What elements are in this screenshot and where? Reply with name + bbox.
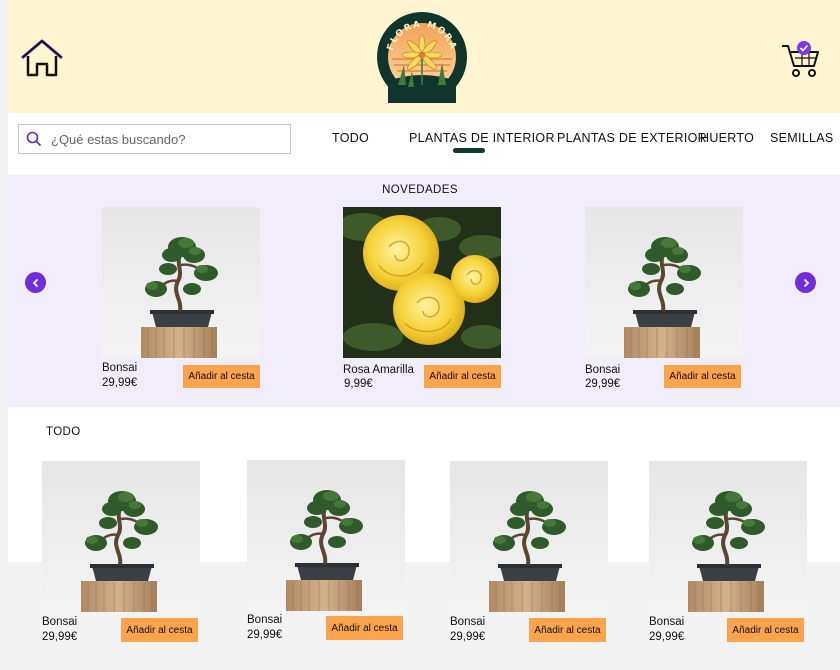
product-image-bonsai[interactable] [649, 461, 807, 612]
chevron-right-icon [803, 278, 809, 287]
carousel-prev-button[interactable] [25, 272, 46, 293]
product-price: 29,99€ [649, 631, 685, 643]
product-name[interactable]: Bonsai [450, 616, 485, 628]
add-to-cart-button[interactable]: Añadir al cesta [664, 365, 741, 388]
product-name[interactable]: Rosa Amarilla [343, 364, 414, 376]
chevron-left-icon [32, 278, 38, 287]
add-to-cart-button[interactable]: Añadir al cesta [183, 365, 260, 388]
product-image-bonsai[interactable] [585, 207, 743, 358]
product-name[interactable]: Bonsai [649, 616, 684, 628]
nav-item-todo[interactable]: TODO [332, 131, 369, 145]
search-box[interactable] [18, 124, 291, 154]
home-icon[interactable] [20, 38, 64, 78]
product-price: 9,99€ [344, 378, 373, 390]
novedades-title: NOVEDADES [382, 184, 458, 196]
add-to-cart-button[interactable]: Añadir al cesta [727, 618, 804, 642]
product-price: 29,99€ [42, 631, 78, 643]
product-price: 29,99€ [450, 631, 486, 643]
product-name[interactable]: Bonsai [102, 362, 137, 374]
search-input[interactable] [51, 131, 281, 147]
product-price: 29,99€ [585, 378, 621, 390]
product-image-bonsai[interactable] [247, 460, 405, 611]
product-price: 29,99€ [247, 629, 283, 641]
nav-item-plantas-de-exterior[interactable]: PLANTAS DE EXTERIOR [557, 131, 707, 145]
product-image-bonsai[interactable] [42, 461, 200, 612]
product-name[interactable]: Bonsai [585, 364, 620, 376]
flora-mora-logo[interactable]: FLORA MORA [376, 11, 468, 103]
add-to-cart-button[interactable]: Añadir al cesta [121, 618, 198, 642]
product-name[interactable]: Bonsai [247, 614, 282, 626]
carousel-next-button[interactable] [795, 272, 816, 293]
product-price: 29,99€ [102, 377, 138, 389]
add-to-cart-button[interactable]: Añadir al cesta [424, 365, 501, 388]
product-image-yellow-rose[interactable] [343, 207, 501, 358]
add-to-cart-button[interactable]: Añadir al cesta [326, 616, 403, 640]
cart-icon[interactable] [780, 40, 822, 78]
search-icon [26, 131, 42, 147]
product-name[interactable]: Bonsai [42, 616, 77, 628]
product-image-bonsai[interactable] [450, 461, 608, 612]
add-to-cart-button[interactable]: Añadir al cesta [529, 618, 606, 642]
product-image-bonsai[interactable] [102, 207, 260, 358]
nav-item-huerto[interactable]: HUERTO [700, 131, 754, 145]
active-nav-indicator [453, 148, 485, 153]
nav-item-semillas[interactable]: SEMILLAS [770, 131, 834, 145]
todo-section-title: TODO [46, 426, 81, 438]
nav-item-plantas-de-interior[interactable]: PLANTAS DE INTERIOR [409, 131, 555, 145]
